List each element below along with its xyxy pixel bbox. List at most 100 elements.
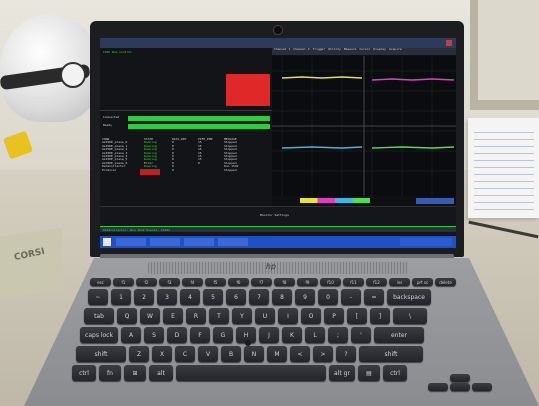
- key[interactable]: O: [301, 308, 321, 324]
- key[interactable]: f9: [297, 278, 318, 286]
- key[interactable]: f11: [343, 278, 364, 286]
- arrow-key[interactable]: [472, 383, 492, 391]
- key[interactable]: C: [175, 346, 195, 362]
- key[interactable]: f6: [228, 278, 249, 286]
- tab-channel-1[interactable]: Channel 1: [274, 47, 290, 55]
- tab-channel-2[interactable]: Channel 2: [293, 47, 309, 55]
- key[interactable]: shift: [76, 346, 126, 362]
- key[interactable]: G: [213, 327, 233, 343]
- key[interactable]: fn: [99, 365, 121, 381]
- key[interactable]: 8: [272, 289, 292, 305]
- key[interactable]: ctrl: [72, 365, 96, 381]
- arrow-key[interactable]: [450, 383, 470, 391]
- key[interactable]: X: [152, 346, 172, 362]
- key[interactable]: alt: [149, 365, 173, 381]
- key[interactable]: [: [347, 308, 367, 324]
- key[interactable]: ': [351, 327, 371, 343]
- key[interactable]: E: [163, 308, 183, 324]
- key[interactable]: f4: [182, 278, 203, 286]
- key[interactable]: 7: [249, 289, 269, 305]
- key[interactable]: A: [121, 327, 141, 343]
- tab-acquire[interactable]: Acquire: [389, 47, 402, 55]
- key[interactable]: -: [341, 289, 361, 305]
- table-cell: 0: [172, 167, 174, 172]
- taskbar-app-3[interactable]: [184, 238, 214, 246]
- key[interactable]: f3: [159, 278, 180, 286]
- key[interactable]: f1: [113, 278, 134, 286]
- key[interactable]: M: [267, 346, 287, 362]
- arrow-key[interactable]: [428, 383, 448, 391]
- key[interactable]: esc: [90, 278, 111, 286]
- key[interactable]: ]: [370, 308, 390, 324]
- key[interactable]: ?: [336, 346, 356, 362]
- key[interactable]: Z: [129, 346, 149, 362]
- key[interactable]: T: [209, 308, 229, 324]
- key[interactable]: f5: [205, 278, 226, 286]
- key[interactable]: B: [221, 346, 241, 362]
- key[interactable]: ins: [389, 278, 410, 286]
- key[interactable]: ;: [328, 327, 348, 343]
- key[interactable]: 3: [157, 289, 177, 305]
- tab-utility[interactable]: Utility: [328, 47, 341, 55]
- key[interactable]: 4: [180, 289, 200, 305]
- key[interactable]: ctrl: [383, 365, 407, 381]
- key[interactable]: Q: [117, 308, 137, 324]
- tab-cursor[interactable]: Cursor: [360, 47, 371, 55]
- key[interactable]: S: [144, 327, 164, 343]
- key[interactable]: shift: [359, 346, 423, 362]
- tab-display[interactable]: Display: [373, 47, 386, 55]
- key[interactable]: f2: [136, 278, 157, 286]
- trackpoint[interactable]: [245, 340, 251, 346]
- key[interactable]: 9: [295, 289, 315, 305]
- key[interactable]: Y: [232, 308, 252, 324]
- key[interactable]: ⊞: [124, 365, 146, 381]
- tab-trigger[interactable]: Trigger: [313, 47, 326, 55]
- key[interactable]: P: [324, 308, 344, 324]
- key[interactable]: K: [282, 327, 302, 343]
- key[interactable]: f12: [366, 278, 387, 286]
- key[interactable]: W: [140, 308, 160, 324]
- key[interactable]: I: [278, 308, 298, 324]
- system-tray[interactable]: [400, 238, 452, 246]
- taskbar-app-2[interactable]: [150, 238, 180, 246]
- key[interactable]: 1: [111, 289, 131, 305]
- helmet-logo: [60, 62, 86, 88]
- key[interactable]: alt gr: [329, 365, 355, 381]
- key[interactable]: D: [167, 327, 187, 343]
- key[interactable]: prt sc: [412, 278, 433, 286]
- arrow-key[interactable]: [450, 374, 470, 382]
- key[interactable]: \: [393, 308, 427, 324]
- key[interactable]: backspace: [387, 289, 431, 305]
- key[interactable]: 5: [203, 289, 223, 305]
- key[interactable]: <: [290, 346, 310, 362]
- taskbar-app-4[interactable]: [218, 238, 248, 246]
- key[interactable]: 0: [318, 289, 338, 305]
- key[interactable]: N: [244, 346, 264, 362]
- key[interactable]: f7: [251, 278, 272, 286]
- start-icon[interactable]: [103, 238, 111, 246]
- key[interactable]: J: [259, 327, 279, 343]
- key[interactable]: 6: [226, 289, 246, 305]
- close-icon[interactable]: [446, 40, 452, 46]
- webcam-icon: [273, 25, 283, 35]
- taskbar-app-1[interactable]: [116, 238, 146, 246]
- key[interactable]: ~: [88, 289, 108, 305]
- key[interactable]: [176, 365, 326, 381]
- legend-strip-2: [416, 198, 454, 204]
- key[interactable]: V: [198, 346, 218, 362]
- key[interactable]: F: [190, 327, 210, 343]
- key[interactable]: f10: [320, 278, 341, 286]
- key[interactable]: caps lock: [80, 327, 118, 343]
- key[interactable]: >: [313, 346, 333, 362]
- key[interactable]: U: [255, 308, 275, 324]
- key[interactable]: =: [364, 289, 384, 305]
- key[interactable]: 2: [134, 289, 154, 305]
- key[interactable]: tab: [84, 308, 114, 324]
- key[interactable]: L: [305, 327, 325, 343]
- key[interactable]: enter: [374, 327, 424, 343]
- key[interactable]: R: [186, 308, 206, 324]
- key[interactable]: f8: [274, 278, 295, 286]
- key[interactable]: ▤: [358, 365, 380, 381]
- key[interactable]: delete: [435, 278, 456, 286]
- tab-measure[interactable]: Measure: [344, 47, 357, 55]
